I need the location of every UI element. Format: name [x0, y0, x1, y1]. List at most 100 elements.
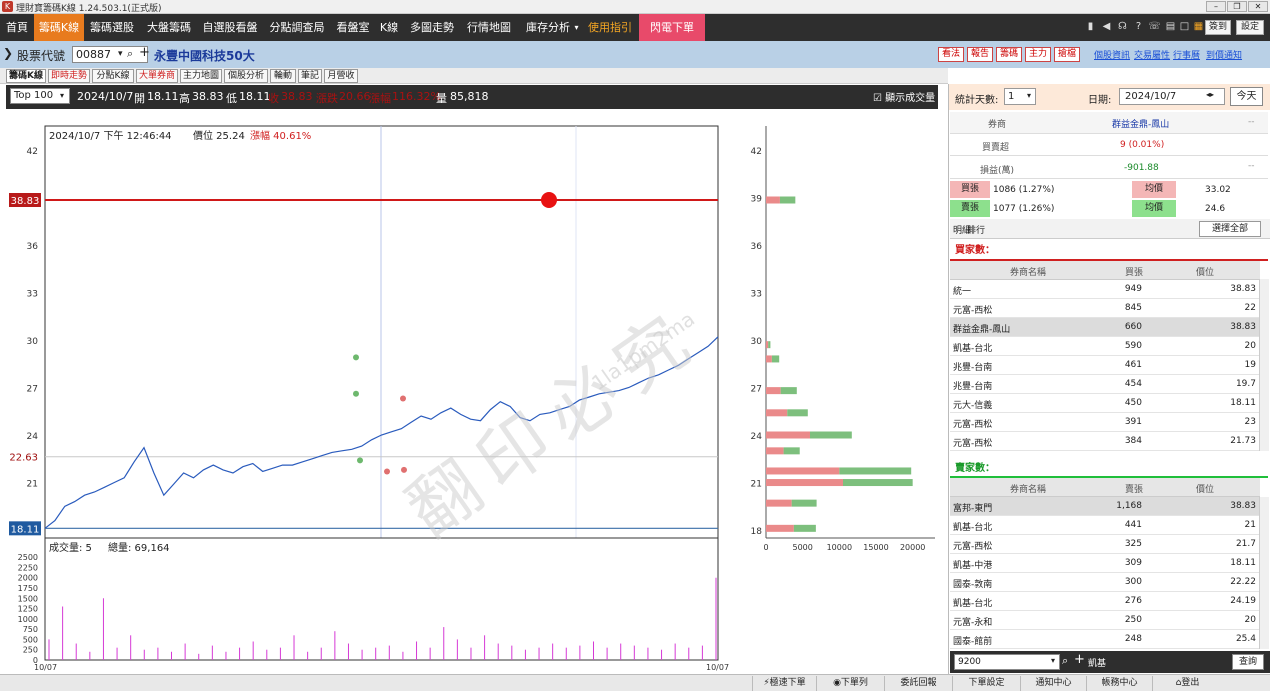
net-value: 9 (0.01%) [1120, 140, 1165, 150]
chevron-right-icon[interactable]: ❯ [3, 46, 13, 60]
tab-big-broker[interactable]: 大單券商 [136, 69, 178, 83]
show-volume-checkbox[interactable]: ☑ 顯示成交量 [873, 89, 935, 104]
tab-rotation[interactable]: 輪動 [270, 69, 296, 83]
tab-realtime[interactable]: 即時走勢 [48, 69, 90, 83]
price-cell: 20 [1244, 341, 1256, 351]
menu-chip-screener[interactable]: 籌碼選股 [86, 14, 138, 41]
main-force-button[interactable]: 主力 [1025, 47, 1051, 62]
table-row[interactable]: 元富-西松 391 23 [950, 413, 1260, 432]
tab-rank[interactable]: 排行 [967, 223, 985, 236]
today-button[interactable]: 今天 [1230, 87, 1263, 106]
menu-market-chips[interactable]: 大盤籌碼 [142, 14, 196, 41]
select-all-button[interactable]: 選擇全部 [1199, 221, 1261, 237]
chips-button[interactable]: 籌碼 [996, 47, 1022, 62]
table-row[interactable]: 統一 949 38.83 [950, 280, 1260, 299]
maximize-button[interactable]: ❐ [1227, 1, 1247, 12]
table-row[interactable]: 元大-信義 450 18.11 [950, 394, 1260, 413]
query-button[interactable]: 查詢 [1232, 654, 1264, 670]
broker-name[interactable]: 群益金鼎-鳳山 [1112, 117, 1169, 130]
table-row[interactable]: 元富-西松 325 21.7 [950, 535, 1260, 554]
broker-name-cell: 統一 [953, 287, 972, 297]
add-icon[interactable]: + [139, 45, 150, 60]
volume-label: 成交量: 5 [49, 541, 92, 554]
sellers-col-header[interactable]: 價位 [1196, 482, 1214, 495]
menu-watch-room[interactable]: 看盤室 [332, 14, 374, 41]
grab-button[interactable]: 搶檔 [1054, 47, 1080, 62]
buyers-col-header[interactable]: 價位 [1196, 265, 1214, 278]
calendar-link[interactable]: 行事曆 [1173, 48, 1200, 61]
settings-button[interactable]: 設定 [1236, 20, 1264, 35]
minimize-button[interactable]: – [1206, 1, 1226, 12]
order-bar-button[interactable]: ◉下單列 [816, 676, 884, 691]
buyers-scrollbar[interactable] [1259, 279, 1269, 451]
order-settings-button[interactable]: 下單設定 [952, 676, 1020, 691]
table-row[interactable]: 凱基-台北 276 24.19 [950, 592, 1260, 611]
menu-home[interactable]: 首頁 [0, 14, 34, 41]
table-row[interactable]: 凱基-台北 441 21 [950, 516, 1260, 535]
menu-market-map[interactable]: 行情地圖 [462, 14, 516, 41]
tab-branch-kline[interactable]: 分點K線 [92, 69, 134, 83]
tab-chip-kline[interactable]: 籌碼K線 [6, 69, 46, 83]
account-center-button[interactable]: 帳務中心 [1086, 676, 1152, 691]
logout-button[interactable]: ⌂登出 [1152, 676, 1222, 691]
close-button[interactable]: ✕ [1248, 1, 1268, 12]
tab-force-map[interactable]: 主力地圖 [180, 69, 222, 83]
buyers-col-header[interactable]: 券商名稱 [1010, 265, 1046, 278]
menu-watchlist[interactable]: 自選股看盤 [199, 14, 261, 41]
price-alert-link[interactable]: 到價通知 [1206, 48, 1242, 61]
menu-branch-survey[interactable]: 分點調查局 [265, 14, 329, 41]
report-button[interactable]: 報告 [967, 47, 993, 62]
chevron-down-icon[interactable]: ▾ [118, 49, 123, 59]
days-select[interactable]: 1 [1004, 88, 1036, 105]
pl-value: -901.88 [1124, 163, 1159, 173]
low-price-label: 18.11 [11, 524, 40, 535]
table-row[interactable]: 凱基-台北 590 20 [950, 337, 1260, 356]
notification-center-button[interactable]: 通知中心 [1020, 676, 1086, 691]
window-icon[interactable]: □ [1178, 20, 1191, 33]
menu-chip-kline[interactable]: 籌碼K線 [34, 14, 84, 41]
sellers-title: 賣家數： [955, 463, 995, 474]
sellers-col-header[interactable]: 券商名稱 [1010, 482, 1046, 495]
fast-order-button[interactable]: ⚡極速下單 [752, 676, 816, 691]
headset-icon[interactable]: ☊ [1116, 20, 1129, 33]
table-row[interactable]: 富邦-東門 1,168 38.83 [950, 497, 1260, 516]
search-icon[interactable]: ⌕ [1062, 654, 1068, 668]
table-row[interactable]: 元富-西松 845 22 [950, 299, 1260, 318]
sellers-col-header[interactable]: 賣張 [1125, 482, 1143, 495]
tab-monthly-revenue[interactable]: 月營收 [324, 69, 358, 83]
table-row[interactable]: 國泰-館前 248 25.4 [950, 630, 1260, 649]
buyers-col-header[interactable]: 買張 [1125, 265, 1143, 278]
add-icon[interactable]: + [1074, 652, 1085, 667]
date-arrows-icon[interactable]: ◂▸ [1206, 90, 1214, 99]
table-row[interactable]: 兆豐-台南 461 19 [950, 356, 1260, 375]
menu-inventory-analysis[interactable]: 庫存分析 [520, 14, 576, 41]
table-row[interactable]: 元富-西松 384 21.73 [950, 432, 1260, 451]
stock-info-link[interactable]: 個股資訊 [1094, 48, 1130, 61]
menu-multi-chart[interactable]: 多圖走勢 [405, 14, 459, 41]
sellers-scrollbar[interactable] [1259, 497, 1269, 649]
search-icon[interactable]: ⌕ [127, 47, 133, 61]
menu-user-guide[interactable]: 使用指引 [585, 14, 635, 41]
order-report-button[interactable]: 委託回報 [884, 676, 952, 691]
stock-code-input[interactable]: 00887 [72, 46, 148, 63]
menu-kline[interactable]: K線 [376, 14, 402, 41]
table-row[interactable]: 兆豐-台南 454 19.7 [950, 375, 1260, 394]
help-icon[interactable]: ? [1132, 20, 1145, 33]
broker-code-input[interactable]: 9200 [954, 654, 1060, 670]
date-value: 2024/10/7 [1125, 91, 1177, 102]
trade-attr-link[interactable]: 交易屬性 [1134, 48, 1170, 61]
megaphone-icon[interactable]: ◀ [1100, 20, 1113, 33]
table-row[interactable]: 群益金鼎-鳳山 660 38.83 [950, 318, 1260, 337]
table-row[interactable]: 凱基-中港 309 18.11 [950, 554, 1260, 573]
tab-notes[interactable]: 筆記 [298, 69, 322, 83]
signin-button[interactable]: 簽到 [1205, 20, 1231, 35]
news-icon[interactable]: ▤ [1164, 20, 1177, 33]
lots-cell: 309 [1124, 558, 1142, 568]
phone-icon[interactable]: ☏ [1148, 20, 1161, 33]
table-row[interactable]: 國泰-敦南 300 22.22 [950, 573, 1260, 592]
wallet-icon[interactable]: ▮ [1084, 20, 1097, 33]
tab-stock-analysis[interactable]: 個股分析 [224, 69, 268, 83]
menu-flash-order[interactable]: 閃電下單 [639, 14, 705, 41]
table-row[interactable]: 元富-永和 250 20 [950, 611, 1260, 630]
view-button[interactable]: 看法 [938, 47, 964, 62]
